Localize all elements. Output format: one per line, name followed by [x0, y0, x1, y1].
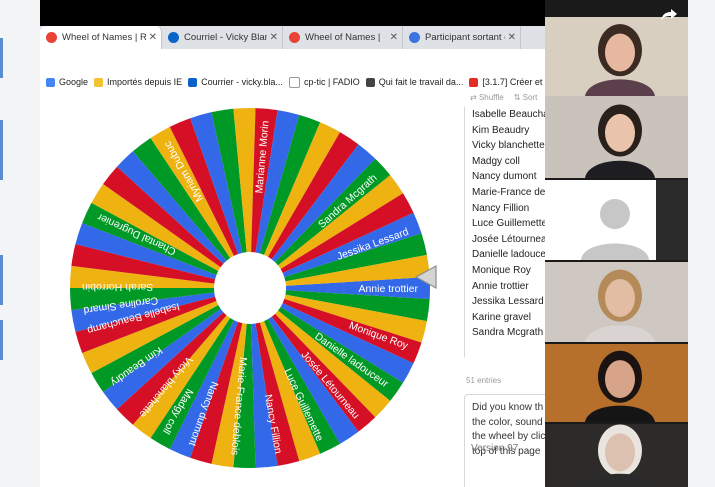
- folder-icon: [94, 77, 104, 87]
- tab-strip: Wheel of Names | Rand✕Courriel - Vicky B…: [40, 26, 545, 49]
- strip-marker: [0, 38, 3, 78]
- entry-line: Josée Létourneau: [472, 233, 545, 245]
- tab-title: Wheel of Names | Rand: [62, 32, 146, 43]
- participant-video-icon: [585, 24, 655, 96]
- video-participants-column: [545, 0, 688, 487]
- video-tile[interactable]: [545, 424, 688, 487]
- bookmark-label: Qui fait le travail da...: [378, 77, 464, 87]
- share-arrow-icon[interactable]: [660, 8, 678, 27]
- tip-box: Did you know th the color, sound the wheel…: [464, 394, 545, 487]
- bookmark-item[interactable]: Importés depuis IE: [94, 77, 182, 87]
- teams-favicon: [409, 32, 420, 43]
- tip-text-line: the color, sound: [472, 416, 543, 428]
- close-tab-icon[interactable]: ✕: [508, 32, 516, 43]
- entries-textarea[interactable]: Isabelle Beauchamp Kim Beaudry Vicky blanc…: [464, 107, 545, 357]
- shuffle-label: Shuffle: [478, 93, 504, 102]
- strip-marker: [0, 255, 3, 305]
- close-tab-icon[interactable]: ✕: [149, 32, 157, 43]
- left-window-strip: [0, 0, 41, 487]
- participant-video-icon: [585, 104, 655, 178]
- entry-line: Marie-France deblois: [472, 186, 545, 198]
- bookmark-label: cp-tic | FADIO: [303, 77, 360, 87]
- outlook-icon: [188, 77, 198, 87]
- page-icon: [288, 76, 300, 88]
- bookmark-label: Importés depuis IE: [107, 77, 183, 87]
- name-wheel[interactable]: Annie trottierMonique RoyDanielle ladouc…: [60, 98, 440, 478]
- browser-toolbar: [40, 49, 545, 72]
- youtube-icon: [469, 77, 479, 87]
- entry-line: Jessika Lessard: [472, 296, 544, 308]
- participant-video-icon: [585, 269, 655, 342]
- close-tab-icon[interactable]: ✕: [270, 32, 278, 43]
- entries-toolbar: ⇄ Shuffle ⇅ Sort: [464, 93, 545, 105]
- entries-count: 51 entries: [466, 376, 502, 385]
- tab-title: Courriel - Vicky Blanche: [184, 32, 267, 43]
- sort-label: Sort: [522, 93, 538, 102]
- bookmarks-bar: Google Importés depuis IE Courrier - vicky…: [40, 71, 545, 94]
- browser-tab[interactable]: Courriel - Vicky Blanche✕: [162, 26, 283, 49]
- participant-video-icon: [585, 350, 655, 422]
- video-tile[interactable]: [545, 17, 688, 96]
- entries-panel: ⇄ Shuffle ⇅ Sort Isabelle Beauchamp Kim B…: [464, 93, 545, 487]
- wheel-entry-label: Annie trottier: [358, 283, 418, 295]
- wheel-favicon: [46, 32, 57, 43]
- entry-line: Karine gravel: [472, 311, 531, 323]
- shuffle-button[interactable]: ⇄ Shuffle: [470, 93, 504, 105]
- entry-line: Nancy Fillion: [472, 202, 530, 214]
- browser-tab[interactable]: Wheel of Names | ✕: [283, 26, 403, 49]
- entry-line: Annie trottier: [472, 280, 529, 292]
- close-tab-icon[interactable]: ✕: [390, 32, 398, 43]
- wheel-center-hub[interactable]: [214, 252, 286, 324]
- entry-line: Vicky blanchette: [472, 140, 545, 152]
- screen-share-top-bar: [40, 0, 545, 26]
- bookmark-item[interactable]: cp-tic | FADIO: [288, 76, 360, 88]
- google-icon: [46, 77, 55, 87]
- strip-marker: [0, 320, 3, 360]
- bookmark-label: Google: [59, 77, 89, 87]
- wheel-entry-label: Sarah Horrobin: [82, 281, 153, 293]
- sort-button[interactable]: ⇅ Sort: [514, 93, 538, 105]
- entry-line: Monique Roy: [472, 264, 531, 276]
- participant-video-icon: [585, 424, 655, 487]
- entry-line: Luce Guillemette: [472, 218, 545, 230]
- tab-title: Wheel of Names |: [305, 32, 381, 43]
- bookmark-item[interactable]: [3.1.7] Créer et sup...: [469, 77, 545, 87]
- outlook-favicon: [168, 32, 179, 43]
- entry-line: Isabelle Beauchamp: [472, 109, 545, 120]
- globe-icon: [365, 77, 375, 87]
- video-tile[interactable]: [545, 180, 688, 260]
- bookmark-item[interactable]: Courrier - vicky.bla...: [188, 77, 283, 87]
- entry-line: Madgy coll: [472, 155, 520, 167]
- wheel-favicon: [289, 32, 300, 43]
- bookmark-item[interactable]: Google: [46, 77, 88, 87]
- video-tile[interactable]: [545, 262, 688, 342]
- browser-window: Wheel of Names | Rand✕Courriel - Vicky B…: [40, 26, 545, 487]
- default-avatar-icon: [545, 180, 656, 260]
- entry-line: Kim Beaudry: [472, 124, 530, 136]
- right-window-edge: [688, 0, 715, 487]
- bookmark-label: [3.1.7] Créer et sup...: [482, 77, 545, 87]
- entry-line: Nancy dumont: [472, 171, 537, 183]
- version-label: Version 97: [471, 443, 519, 454]
- bookmark-label: Courrier - vicky.bla...: [201, 77, 283, 87]
- video-tile[interactable]: [545, 96, 688, 178]
- entry-line: Sandra Mcgrath: [472, 327, 544, 339]
- entry-line: Danielle ladouceur: [472, 249, 545, 261]
- browser-tab[interactable]: Participant sortant de ✕: [403, 26, 521, 49]
- wheel-of-names-page: Annie trottier Monique Roy Danielle ladouc…: [40, 93, 545, 487]
- tab-title: Participant sortant de: [425, 32, 505, 43]
- wheel-pointer-icon: [414, 264, 437, 290]
- browser-tab[interactable]: Wheel of Names | Rand✕: [40, 26, 162, 49]
- strip-marker: [0, 120, 3, 180]
- bookmark-item[interactable]: Qui fait le travail da...: [365, 77, 464, 87]
- tip-text-line: Did you know th: [472, 402, 544, 413]
- video-tile[interactable]: [545, 344, 688, 422]
